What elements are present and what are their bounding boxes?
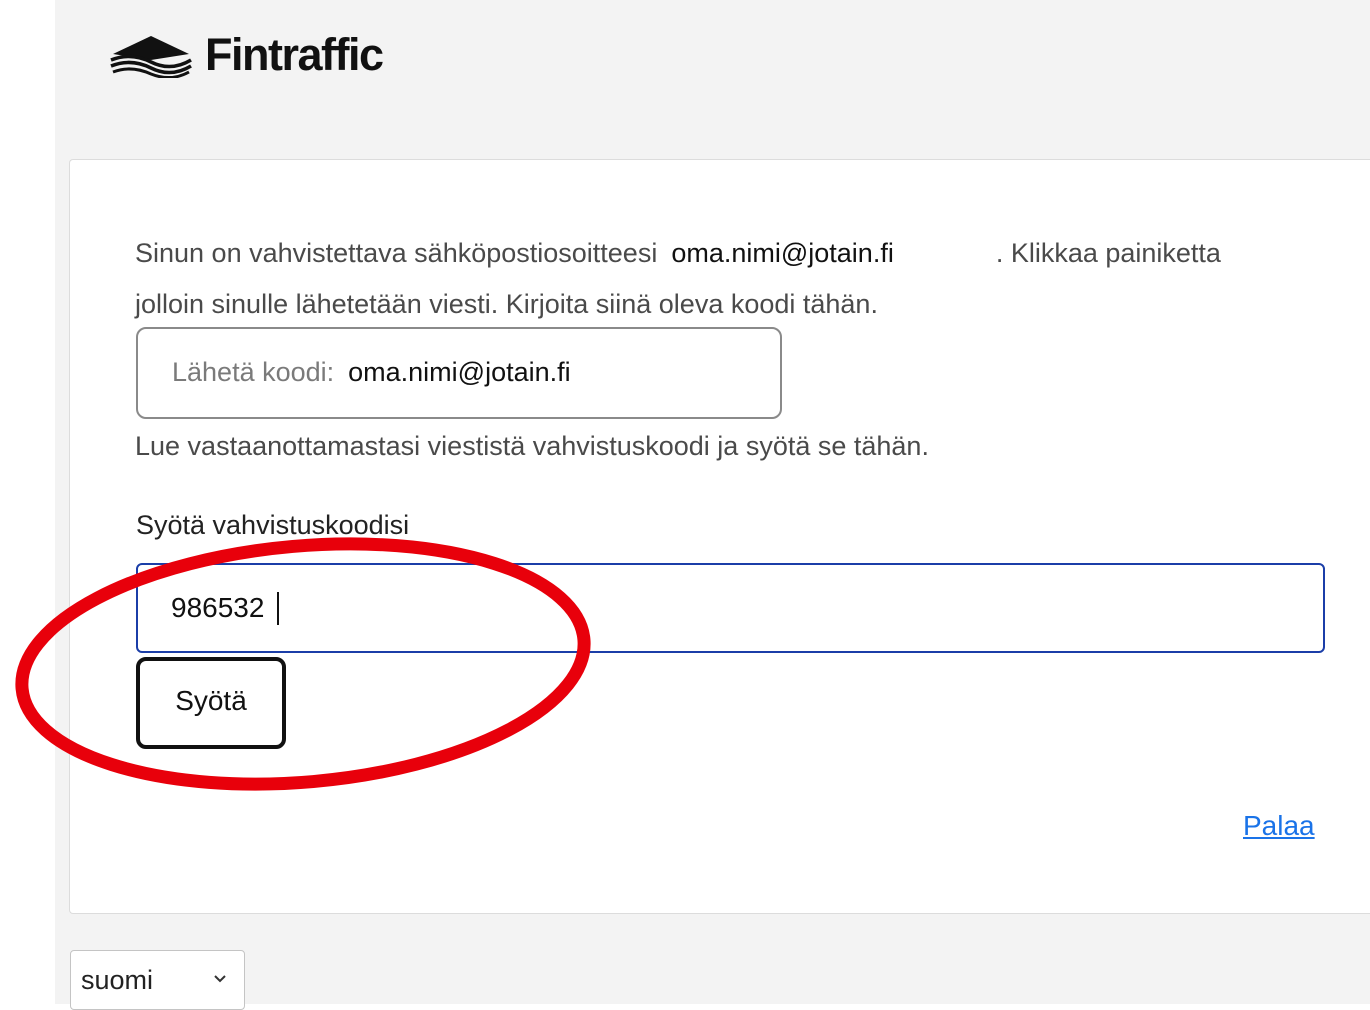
chevron-down-icon — [214, 975, 226, 983]
intro-text: Sinun on vahvistettava sähköpostiosoitte… — [135, 238, 658, 268]
text-caret — [277, 592, 279, 625]
send-code-label: Lähetä koodi: — [172, 356, 335, 387]
send-code-email: oma.nimi@jotain.fi — [348, 356, 571, 387]
read-message-note: Lue vastaanottamastasi viestistä vahvist… — [135, 431, 929, 461]
send-code-button[interactable]: Lähetä koodi: oma.nimi@jotain.fi — [136, 327, 782, 419]
code-field-label: Syötä vahvistuskoodisi — [136, 510, 410, 540]
fintraffic-waves-icon — [110, 36, 192, 78]
intro-email: oma.nimi@jotain.fi — [671, 238, 894, 268]
language-selected-value: suomi — [81, 964, 154, 995]
verification-code-input[interactable] — [136, 563, 1325, 653]
fintraffic-logo: Fintraffic — [105, 24, 384, 84]
brand-name: Fintraffic — [205, 28, 384, 80]
verification-instructions: Sinun on vahvistettava sähköpostiosoitte… — [135, 228, 1295, 330]
back-link[interactable]: Palaa — [1243, 806, 1315, 846]
language-select[interactable]: suomi — [70, 950, 245, 1010]
submit-code-button[interactable]: Syötä — [136, 657, 286, 749]
